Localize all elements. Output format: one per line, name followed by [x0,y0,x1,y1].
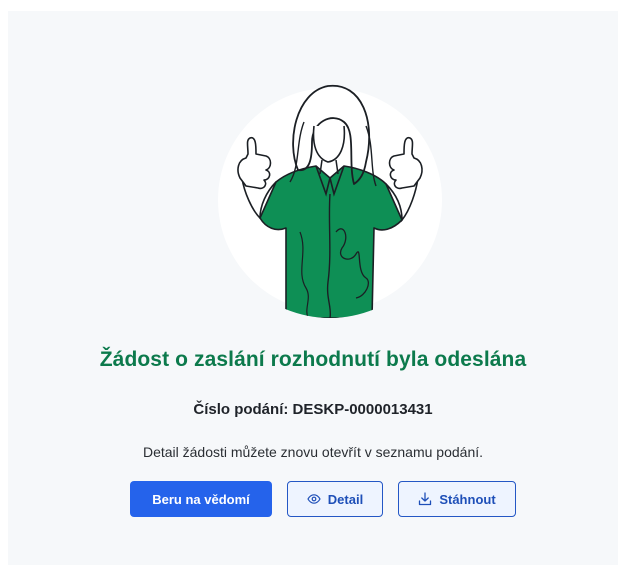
acknowledge-button-label: Beru na vědomí [152,491,250,507]
thumbs-up-illustration [216,82,446,318]
download-icon [418,492,432,506]
confirmation-panel: Žádost o zaslání rozhodnutí byla odeslán… [8,11,618,565]
download-button-label: Stáhnout [439,491,496,507]
eye-icon [307,494,321,504]
detail-button[interactable]: Detail [287,481,383,517]
download-button[interactable]: Stáhnout [398,481,516,517]
acknowledge-button[interactable]: Beru na vědomí [130,481,272,517]
detail-button-label: Detail [327,491,364,507]
confirmation-title: Žádost o zaslání rozhodnutí byla odeslán… [99,348,527,371]
info-text: Detail žádosti můžete znovu otevřít v se… [142,444,484,460]
submission-number: Číslo podání: DESKP-0000013431 [193,401,433,418]
